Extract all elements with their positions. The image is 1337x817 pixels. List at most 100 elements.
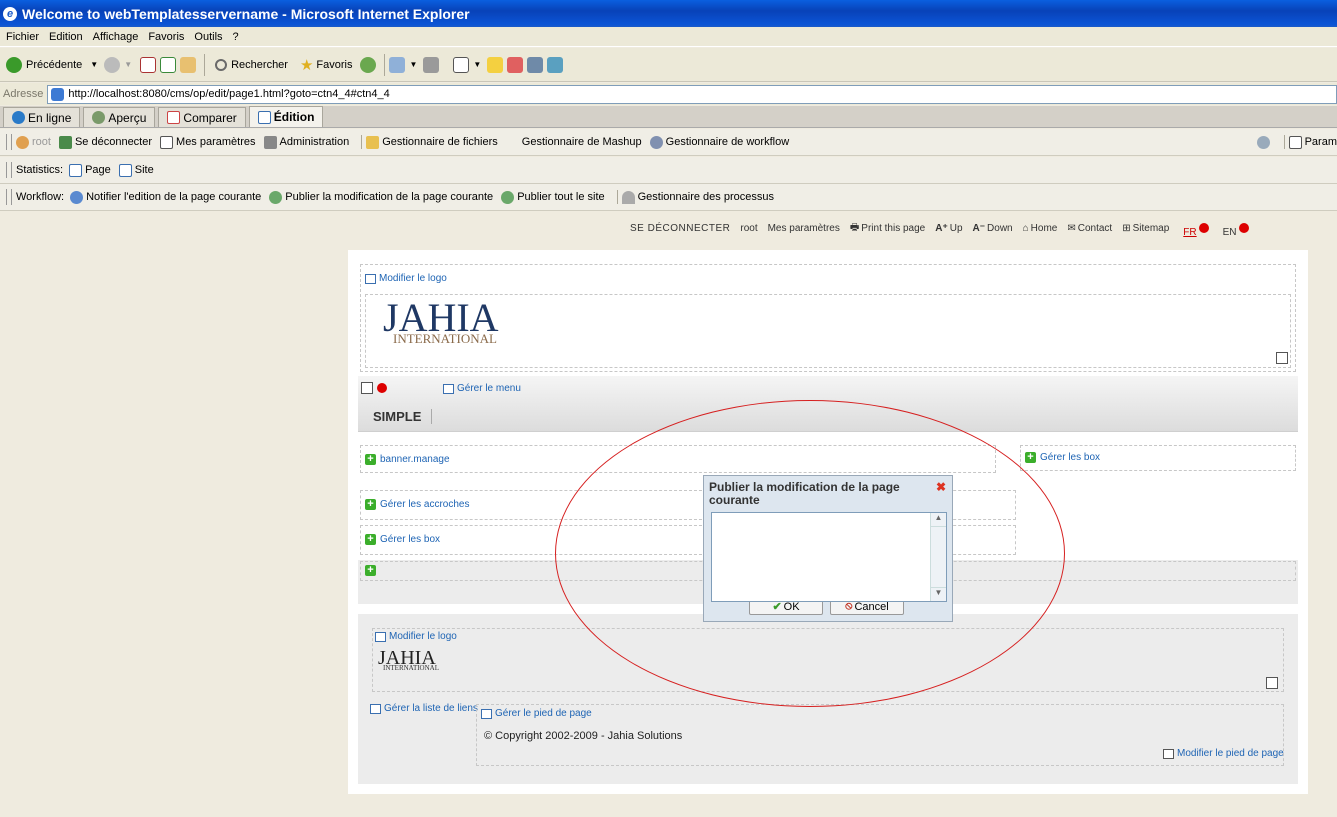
home-icon[interactable] bbox=[180, 56, 197, 73]
logout-icon bbox=[58, 135, 72, 149]
chevron-down-icon[interactable]: ▼ bbox=[90, 60, 98, 69]
statistics-toolbar: Statistics: Page Site bbox=[0, 157, 1337, 184]
sitemap-link[interactable]: Sitemap bbox=[1133, 223, 1170, 234]
notify-edit-button[interactable]: Notifier l'edition de la page courante bbox=[70, 190, 261, 204]
toolbar-separator bbox=[616, 190, 618, 204]
manage-menu-link[interactable]: Gérer le menu bbox=[443, 383, 521, 394]
site-settings-link[interactable]: Mes paramètres bbox=[768, 223, 840, 234]
workflow-manager-button[interactable]: Gestionnaire de workflow bbox=[649, 135, 789, 149]
address-input[interactable]: http://localhost:8080/cms/op/edit/page1.… bbox=[47, 84, 1337, 104]
refresh-icon[interactable] bbox=[1256, 135, 1270, 149]
lang-fr-link[interactable]: FR bbox=[1183, 227, 1196, 238]
menu-item-simple[interactable]: SIMPLE bbox=[373, 409, 433, 424]
scroll-up-icon[interactable]: ▲ bbox=[931, 513, 946, 527]
tab-edit[interactable]: Édition bbox=[248, 106, 324, 127]
mail-icon[interactable] bbox=[389, 56, 406, 73]
menu-view[interactable]: Affichage bbox=[93, 31, 143, 43]
font-down-link[interactable]: Down bbox=[987, 223, 1013, 234]
chevron-down-icon[interactable]: ▼ bbox=[473, 60, 481, 69]
menu-file[interactable]: Fichier bbox=[6, 31, 43, 43]
edit-icon bbox=[257, 110, 271, 124]
lang-status-dot-icon bbox=[1238, 223, 1249, 233]
banner-manage-link[interactable]: + banner.manage bbox=[365, 454, 450, 465]
user-icon bbox=[16, 135, 29, 149]
forward-button[interactable]: ▼ bbox=[104, 56, 132, 73]
refresh-icon[interactable] bbox=[160, 56, 177, 73]
manage-hooks-link[interactable]: + Gérer les accroches bbox=[365, 499, 469, 510]
font-up-icon: A⁺ bbox=[935, 222, 948, 234]
print-icon[interactable] bbox=[423, 56, 440, 73]
contact-link[interactable]: Contact bbox=[1078, 223, 1112, 234]
tab-compare[interactable]: Comparer bbox=[158, 107, 246, 127]
user-toolbar: root Se déconnecter Mes paramètres Admin… bbox=[0, 129, 1337, 156]
workflow-toolbar: Workflow: Notifier l'edition de la page … bbox=[0, 184, 1337, 211]
print-link[interactable]: Print this page bbox=[861, 223, 925, 234]
favorites-button[interactable]: ★ Favoris bbox=[300, 56, 353, 74]
parameters-icon bbox=[1288, 135, 1302, 149]
scroll-down-icon[interactable]: ▼ bbox=[931, 587, 946, 601]
publish-page-button[interactable]: Publier la modification de la page coura… bbox=[269, 190, 493, 204]
forward-arrow-icon bbox=[104, 56, 121, 73]
research-icon[interactable] bbox=[527, 56, 544, 73]
add-icon[interactable]: + bbox=[365, 565, 376, 576]
edit-pencil-icon[interactable] bbox=[1266, 677, 1278, 689]
close-icon[interactable]: ✖ bbox=[935, 481, 947, 493]
chevron-down-icon[interactable]: ▼ bbox=[409, 60, 417, 69]
site-user: root bbox=[740, 222, 758, 234]
search-button[interactable]: Rechercher bbox=[215, 58, 288, 71]
publish-site-button[interactable]: Publier tout le site bbox=[501, 190, 605, 204]
edit-pencil-icon bbox=[1163, 748, 1174, 759]
menu-favorites[interactable]: Favoris bbox=[148, 31, 188, 43]
tools-icon[interactable] bbox=[547, 56, 564, 73]
manage-boxes-right-link[interactable]: + Gérer les box bbox=[1025, 452, 1100, 463]
word-icon[interactable] bbox=[453, 56, 470, 73]
gauge-icon bbox=[621, 190, 635, 204]
manage-links-list-link[interactable]: Gérer la liste de liens bbox=[370, 703, 478, 714]
file-manager-button[interactable]: Gestionnaire de fichiers bbox=[366, 135, 498, 149]
home-link[interactable]: Home bbox=[1031, 223, 1058, 234]
stats-site-button[interactable]: Site bbox=[118, 163, 154, 177]
edit-pencil-icon[interactable] bbox=[1276, 352, 1288, 364]
settings-button[interactable]: Mes paramètres bbox=[160, 135, 256, 149]
chevron-down-icon[interactable]: ▼ bbox=[124, 60, 132, 69]
process-manager-button[interactable]: Gestionnaire des processus bbox=[621, 190, 774, 204]
font-down-icon: A⁻ bbox=[972, 222, 986, 234]
footer-logo-sub: INTERNATIONAL bbox=[383, 664, 439, 672]
menu-edit[interactable]: Edition bbox=[49, 31, 87, 43]
globe-icon bbox=[12, 111, 25, 124]
messenger-icon[interactable] bbox=[507, 56, 524, 73]
tab-live[interactable]: En ligne bbox=[3, 107, 81, 127]
browser-toolbar: Précédente ▼ ▼ Rechercher ★ Favoris ▼ ▼ bbox=[0, 48, 1337, 82]
tab-preview[interactable]: Aperçu bbox=[83, 107, 156, 127]
note-icon[interactable] bbox=[487, 56, 504, 73]
toolbar-grip bbox=[6, 134, 12, 150]
manage-boxes-link[interactable]: + Gérer les box bbox=[365, 534, 440, 545]
stats-page-button[interactable]: Page bbox=[69, 163, 111, 177]
window-title: Welcome to webTemplatesservername - Micr… bbox=[22, 5, 470, 22]
edit-pencil-icon[interactable] bbox=[361, 382, 373, 394]
toolbar-separator bbox=[384, 53, 386, 76]
publish-icon bbox=[269, 190, 283, 204]
ie-logo-icon: e bbox=[3, 6, 17, 21]
history-icon[interactable] bbox=[360, 56, 377, 73]
comment-textarea[interactable] bbox=[711, 512, 947, 602]
edit-footer-link[interactable]: Modifier le pied de page bbox=[1163, 748, 1284, 759]
scrollbar[interactable]: ▲ ▼ bbox=[930, 513, 946, 601]
parameters-button[interactable]: Param bbox=[1288, 135, 1337, 149]
stop-icon[interactable] bbox=[140, 56, 157, 73]
font-up-link[interactable]: Up bbox=[950, 223, 963, 234]
toolbar-separator bbox=[361, 135, 363, 149]
menu-help[interactable]: ? bbox=[233, 31, 243, 43]
publish-dialog: Publier la modification de la page coura… bbox=[703, 475, 953, 622]
lang-en-link[interactable]: EN bbox=[1223, 227, 1237, 238]
manage-footer-link[interactable]: Gérer le pied de page bbox=[481, 708, 592, 719]
edit-logo-link[interactable]: Modifier le logo bbox=[365, 273, 447, 284]
footer-edit-logo-link[interactable]: Modifier le logo bbox=[375, 631, 457, 642]
page-icon bbox=[51, 87, 65, 101]
mashup-manager-button[interactable]: Gestionnaire de Mashup bbox=[522, 136, 642, 148]
menu-tools[interactable]: Outils bbox=[194, 31, 226, 43]
back-button[interactable]: Précédente ▼ bbox=[6, 56, 98, 73]
logout-button[interactable]: Se déconnecter bbox=[58, 135, 152, 149]
site-logout-link[interactable]: SE DÉCONNECTER bbox=[630, 223, 730, 234]
administration-button[interactable]: Administration bbox=[263, 135, 349, 149]
